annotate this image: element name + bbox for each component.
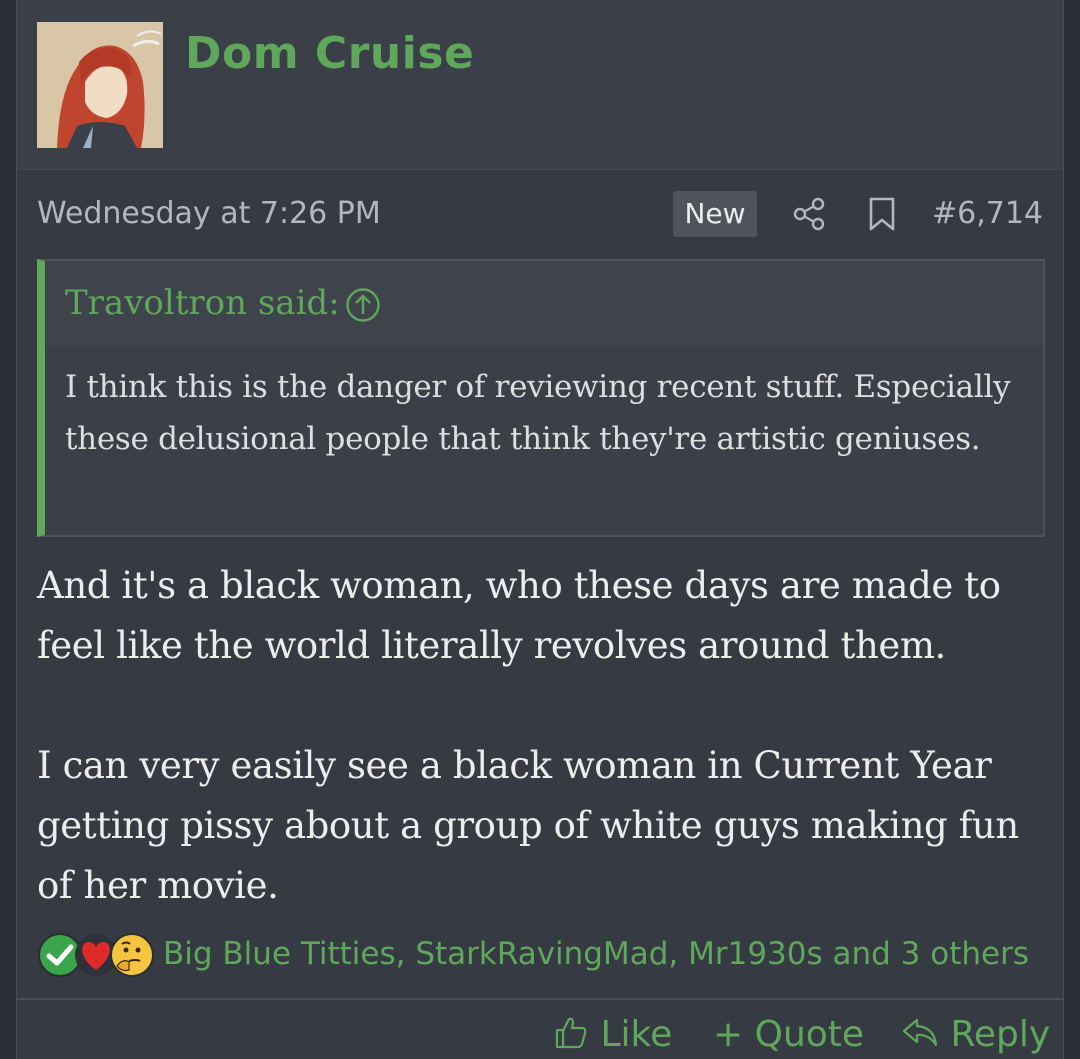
reply-button[interactable]: Reply [901,1014,1050,1055]
username[interactable]: Dom Cruise [185,28,474,79]
thumbs-up-icon [555,1017,587,1049]
post-container: FLCL Dom Cruise Wednesday at 7:26 PM New… [16,0,1064,1059]
quote-author[interactable]: Travoltron said: [65,283,340,323]
post-footer-divider [17,998,1063,1000]
quote-button[interactable]: + Quote [713,1014,864,1055]
reply-arrow-icon [902,1018,938,1047]
avatar[interactable]: FLCL [37,22,163,148]
reply-label: Reply [950,1014,1051,1055]
post-meta-row: Wednesday at 7:26 PM New #6,714 [17,190,1063,242]
post-actions: Like + Quote Reply [17,1012,1063,1059]
message-paragraph: And it's a black woman, who these days a… [37,564,1001,667]
like-button[interactable]: Like [553,1014,672,1055]
post-user-header: FLCL Dom Cruise [17,0,1063,170]
thinking-face-icon [110,933,154,977]
post-number-link[interactable]: #6,714 [932,196,1043,231]
bookmark-icon[interactable] [867,196,897,232]
avatar-image: FLCL [37,22,163,148]
like-label: Like [600,1014,673,1055]
quote-header: Travoltron said: [45,261,1043,347]
quote-block: Travoltron said: I think this is the dan… [37,259,1045,537]
message-paragraph: I can very easily see a black woman in C… [37,744,1019,907]
new-badge: New [673,191,757,237]
reaction-users-link[interactable]: Big Blue Titties, StarkRavingMad, Mr1930… [163,936,1029,972]
reactions-bar[interactable]: Big Blue Titties, StarkRavingMad, Mr1930… [37,930,1045,986]
post-timestamp[interactable]: Wednesday at 7:26 PM [37,196,381,231]
quote-label: + Quote [713,1014,865,1055]
post-message: And it's a black woman, who these days a… [37,556,1047,916]
arrow-up-circle-icon[interactable] [345,287,381,323]
quote-body: I think this is the danger of reviewing … [65,369,1011,457]
share-icon[interactable] [791,196,827,232]
